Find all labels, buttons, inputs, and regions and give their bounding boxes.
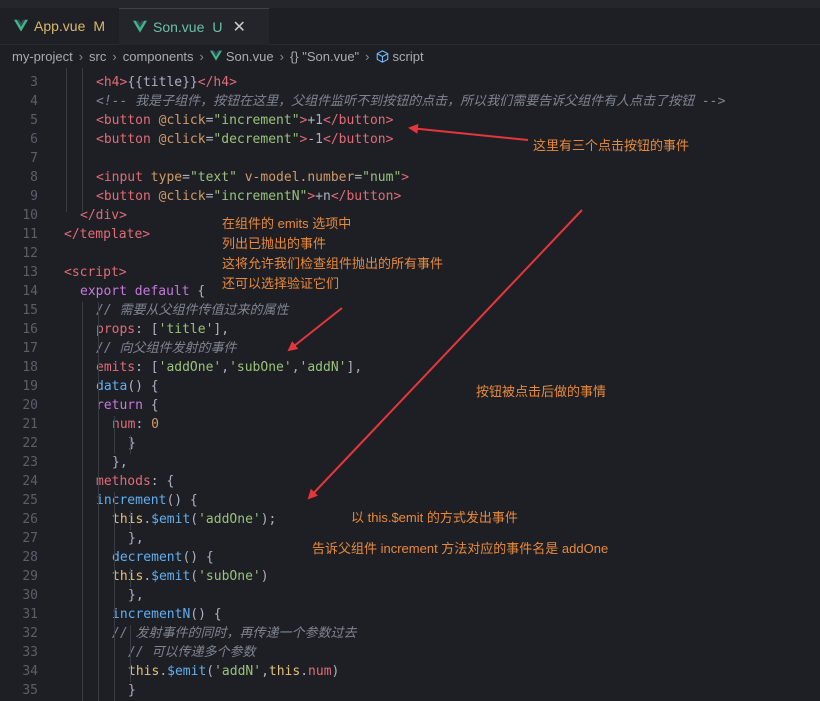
arrow-to-emits bbox=[287, 307, 343, 352]
annotation-arrows bbox=[287, 123, 583, 500]
arrow-to-buttons bbox=[408, 123, 529, 141]
arrow-to-methods bbox=[307, 209, 583, 500]
